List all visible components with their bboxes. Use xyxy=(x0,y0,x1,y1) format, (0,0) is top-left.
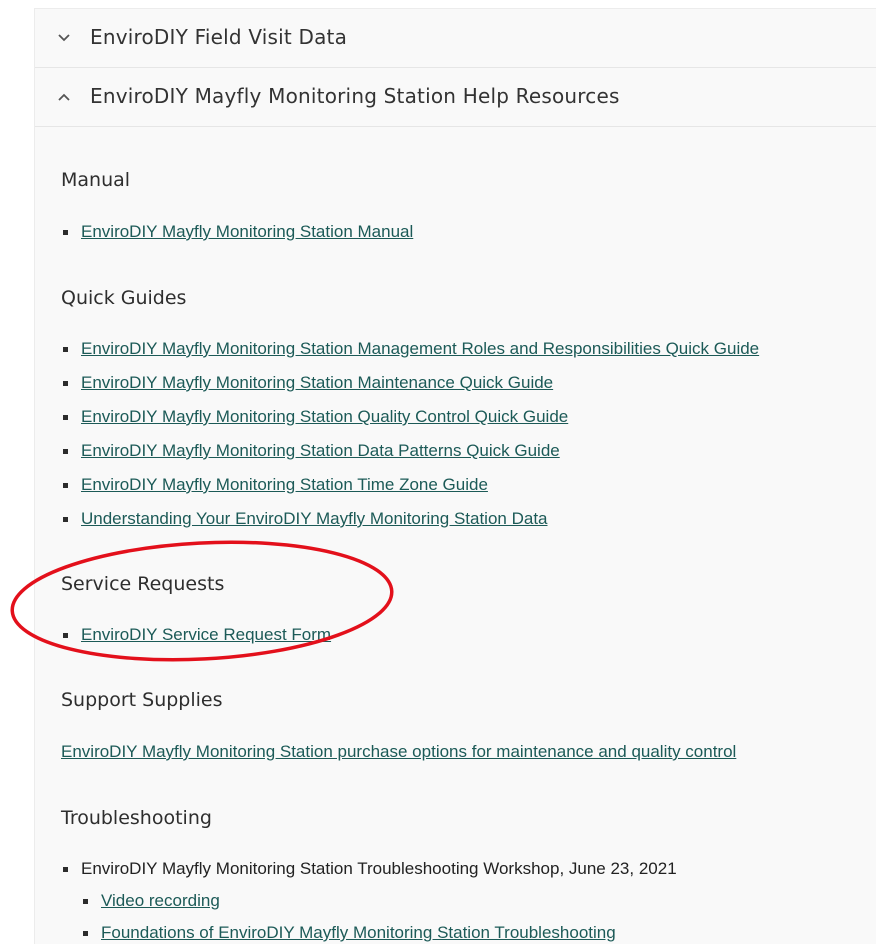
bullet-icon xyxy=(63,414,68,420)
list-item: EnviroDIY Mayfly Monitoring Station Data… xyxy=(63,441,560,461)
quick-guide-link[interactable]: EnviroDIY Mayfly Monitoring Station Data… xyxy=(81,441,560,461)
accordion-header-label: EnviroDIY Mayfly Monitoring Station Help… xyxy=(90,84,620,108)
list-item: Understanding Your EnviroDIY Mayfly Moni… xyxy=(63,509,548,529)
quick-guide-link[interactable]: EnviroDIY Mayfly Monitoring Station Time… xyxy=(81,475,488,495)
bullet-icon xyxy=(83,898,88,904)
list-item: EnviroDIY Mayfly Monitoring Station Main… xyxy=(63,373,553,393)
bullet-icon xyxy=(63,448,68,454)
bullet-icon xyxy=(63,516,68,522)
help-panel: EnviroDIY Field Visit Data EnviroDIY May… xyxy=(34,8,876,944)
list-item: EnviroDIY Mayfly Monitoring Station Manu… xyxy=(63,222,413,242)
bullet-icon xyxy=(83,930,88,936)
section-title-quick-guides: Quick Guides xyxy=(61,287,187,309)
chevron-up-icon xyxy=(58,93,70,101)
bullet-icon xyxy=(63,229,68,235)
quick-guide-link[interactable]: EnviroDIY Mayfly Monitoring Station Main… xyxy=(81,373,553,393)
accordion-help-resources[interactable]: EnviroDIY Mayfly Monitoring Station Help… xyxy=(35,68,876,127)
section-title-support-supplies: Support Supplies xyxy=(61,689,223,711)
bullet-icon xyxy=(63,632,68,638)
troubleshooting-workshop-text: EnviroDIY Mayfly Monitoring Station Trou… xyxy=(81,859,677,878)
manual-link[interactable]: EnviroDIY Mayfly Monitoring Station Manu… xyxy=(81,222,413,242)
section-title-manual: Manual xyxy=(61,169,131,191)
bullet-icon xyxy=(63,380,68,386)
list-item: EnviroDIY Mayfly Monitoring Station Mana… xyxy=(63,339,759,359)
quick-guide-link[interactable]: Understanding Your EnviroDIY Mayfly Moni… xyxy=(81,509,548,529)
list-item: EnviroDIY Mayfly Monitoring Station Qual… xyxy=(63,407,568,427)
quick-guide-link[interactable]: EnviroDIY Mayfly Monitoring Station Qual… xyxy=(81,407,568,427)
accordion-field-visit-data[interactable]: EnviroDIY Field Visit Data xyxy=(35,9,876,68)
purchase-options-link[interactable]: EnviroDIY Mayfly Monitoring Station purc… xyxy=(61,742,736,762)
video-recording-link[interactable]: Video recording xyxy=(101,891,220,911)
accordion-header-label: EnviroDIY Field Visit Data xyxy=(90,25,348,49)
service-request-form-link[interactable]: EnviroDIY Service Request Form xyxy=(81,625,331,645)
chevron-down-icon xyxy=(58,34,70,42)
section-title-troubleshooting: Troubleshooting xyxy=(61,807,212,829)
section-title-service-requests: Service Requests xyxy=(61,573,225,595)
list-item: EnviroDIY Mayfly Monitoring Station Trou… xyxy=(63,859,677,879)
list-item: EnviroDIY Mayfly Monitoring Station purc… xyxy=(61,742,736,762)
quick-guide-link[interactable]: EnviroDIY Mayfly Monitoring Station Mana… xyxy=(81,339,759,359)
bullet-icon xyxy=(63,866,68,872)
list-item: EnviroDIY Mayfly Monitoring Station Time… xyxy=(63,475,488,495)
bullet-icon xyxy=(63,346,68,352)
list-item: Foundations of EnviroDIY Mayfly Monitori… xyxy=(83,923,616,943)
foundations-link[interactable]: Foundations of EnviroDIY Mayfly Monitori… xyxy=(101,923,616,943)
bullet-icon xyxy=(63,482,68,488)
list-item: EnviroDIY Service Request Form xyxy=(63,625,331,645)
list-item: Video recording xyxy=(83,891,220,911)
